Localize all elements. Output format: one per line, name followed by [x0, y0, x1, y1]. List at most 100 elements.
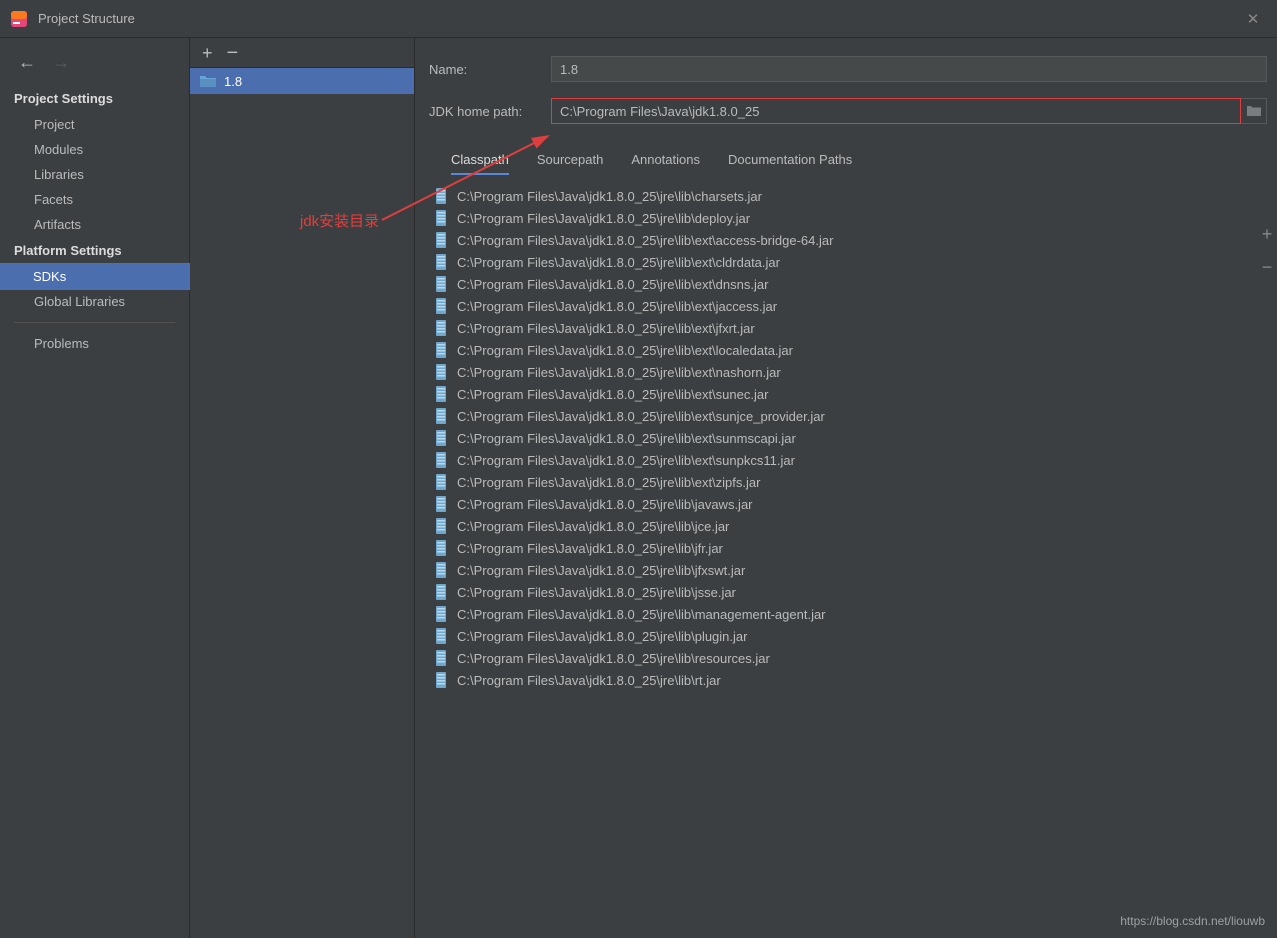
name-row: Name: [429, 56, 1267, 82]
tab-sourcepath[interactable]: Sourcepath [537, 152, 604, 175]
classpath-item[interactable]: C:\Program Files\Java\jdk1.8.0_25\jre\li… [429, 669, 1247, 691]
tab-classpath[interactable]: Classpath [451, 152, 509, 175]
nav-history: ← → [0, 44, 189, 85]
classpath-item[interactable]: C:\Program Files\Java\jdk1.8.0_25\jre\li… [429, 537, 1247, 559]
classpath-item[interactable]: C:\Program Files\Java\jdk1.8.0_25\jre\li… [429, 229, 1247, 251]
name-label: Name: [429, 62, 551, 77]
classpath-item[interactable]: C:\Program Files\Java\jdk1.8.0_25\jre\li… [429, 405, 1247, 427]
sidebar-item-sdks[interactable]: SDKs [0, 263, 190, 290]
classpath-item-path: C:\Program Files\Java\jdk1.8.0_25\jre\li… [457, 519, 729, 534]
jdk-home-label: JDK home path: [429, 104, 551, 119]
classpath-item[interactable]: C:\Program Files\Java\jdk1.8.0_25\jre\li… [429, 647, 1247, 669]
classpath-list[interactable]: C:\Program Files\Java\jdk1.8.0_25\jre\li… [429, 185, 1267, 691]
classpath-item-path: C:\Program Files\Java\jdk1.8.0_25\jre\li… [457, 189, 762, 204]
tab-annotations[interactable]: Annotations [631, 152, 700, 175]
sdk-item-label: 1.8 [224, 74, 242, 89]
close-button[interactable]: ✕ [1239, 10, 1267, 28]
sdk-folder-icon [200, 74, 216, 88]
forward-arrow-icon: → [52, 52, 70, 73]
classpath-item[interactable]: C:\Program Files\Java\jdk1.8.0_25\jre\li… [429, 361, 1247, 383]
watermark-text: https://blog.csdn.net/liouwb [1120, 914, 1265, 928]
sidebar-divider [14, 322, 175, 323]
jar-icon [435, 342, 449, 358]
classpath-item-path: C:\Program Files\Java\jdk1.8.0_25\jre\li… [457, 343, 793, 358]
classpath-item[interactable]: C:\Program Files\Java\jdk1.8.0_25\jre\li… [429, 471, 1247, 493]
jar-icon [435, 320, 449, 336]
classpath-item-path: C:\Program Files\Java\jdk1.8.0_25\jre\li… [457, 541, 723, 556]
jar-icon [435, 386, 449, 402]
tab-documentation-paths[interactable]: Documentation Paths [728, 152, 852, 175]
classpath-item[interactable]: C:\Program Files\Java\jdk1.8.0_25\jre\li… [429, 427, 1247, 449]
classpath-item[interactable]: C:\Program Files\Java\jdk1.8.0_25\jre\li… [429, 295, 1247, 317]
project-settings-heading: Project Settings [0, 85, 189, 112]
classpath-item-path: C:\Program Files\Java\jdk1.8.0_25\jre\li… [457, 409, 825, 424]
classpath-item-path: C:\Program Files\Java\jdk1.8.0_25\jre\li… [457, 453, 795, 468]
classpath-item[interactable]: C:\Program Files\Java\jdk1.8.0_25\jre\li… [429, 515, 1247, 537]
browse-folder-icon[interactable] [1241, 98, 1267, 124]
classpath-item[interactable]: C:\Program Files\Java\jdk1.8.0_25\jre\li… [429, 317, 1247, 339]
classpath-item-path: C:\Program Files\Java\jdk1.8.0_25\jre\li… [457, 387, 768, 402]
back-arrow-icon[interactable]: ← [18, 52, 36, 73]
sidebar-item-artifacts[interactable]: Artifacts [0, 212, 189, 237]
sdk-name-input[interactable] [551, 56, 1267, 82]
app-logo-icon [10, 10, 28, 28]
jar-icon [435, 496, 449, 512]
classpath-item-path: C:\Program Files\Java\jdk1.8.0_25\jre\li… [457, 629, 747, 644]
jar-icon [435, 298, 449, 314]
classpath-item-path: C:\Program Files\Java\jdk1.8.0_25\jre\li… [457, 277, 768, 292]
sdk-list-toolbar: + − [190, 38, 414, 68]
classpath-item[interactable]: C:\Program Files\Java\jdk1.8.0_25\jre\li… [429, 559, 1247, 581]
classpath-item[interactable]: C:\Program Files\Java\jdk1.8.0_25\jre\li… [429, 581, 1247, 603]
classpath-item-path: C:\Program Files\Java\jdk1.8.0_25\jre\li… [457, 475, 760, 490]
classpath-item-path: C:\Program Files\Java\jdk1.8.0_25\jre\li… [457, 211, 750, 226]
classpath-item[interactable]: C:\Program Files\Java\jdk1.8.0_25\jre\li… [429, 493, 1247, 515]
remove-classpath-button[interactable]: − [1259, 257, 1275, 278]
jar-icon [435, 276, 449, 292]
classpath-item[interactable]: C:\Program Files\Java\jdk1.8.0_25\jre\li… [429, 603, 1247, 625]
jar-icon [435, 562, 449, 578]
sidebar-item-facets[interactable]: Facets [0, 187, 189, 212]
sdk-list-item[interactable]: 1.8 [190, 68, 414, 94]
classpath-item-path: C:\Program Files\Java\jdk1.8.0_25\jre\li… [457, 365, 781, 380]
remove-sdk-button[interactable]: − [227, 43, 239, 63]
classpath-item-path: C:\Program Files\Java\jdk1.8.0_25\jre\li… [457, 299, 777, 314]
classpath-item-path: C:\Program Files\Java\jdk1.8.0_25\jre\li… [457, 673, 721, 688]
jdk-home-input[interactable] [551, 98, 1241, 124]
sidebar-item-problems[interactable]: Problems [0, 331, 189, 356]
sidebar-item-libraries[interactable]: Libraries [0, 162, 189, 187]
classpath-item-path: C:\Program Files\Java\jdk1.8.0_25\jre\li… [457, 431, 796, 446]
add-classpath-button[interactable]: + [1259, 224, 1275, 245]
jar-icon [435, 672, 449, 688]
jar-icon [435, 584, 449, 600]
classpath-item-path: C:\Program Files\Java\jdk1.8.0_25\jre\li… [457, 585, 736, 600]
jar-icon [435, 364, 449, 380]
sdk-tabs: Classpath Sourcepath Annotations Documentat… [429, 140, 1267, 179]
classpath-item-path: C:\Program Files\Java\jdk1.8.0_25\jre\li… [457, 563, 745, 578]
platform-settings-heading: Platform Settings [0, 237, 189, 264]
classpath-item[interactable]: C:\Program Files\Java\jdk1.8.0_25\jre\li… [429, 625, 1247, 647]
classpath-item[interactable]: C:\Program Files\Java\jdk1.8.0_25\jre\li… [429, 449, 1247, 471]
classpath-item[interactable]: C:\Program Files\Java\jdk1.8.0_25\jre\li… [429, 251, 1247, 273]
sidebar-item-modules[interactable]: Modules [0, 137, 189, 162]
classpath-item[interactable]: C:\Program Files\Java\jdk1.8.0_25\jre\li… [429, 273, 1247, 295]
classpath-item-path: C:\Program Files\Java\jdk1.8.0_25\jre\li… [457, 233, 833, 248]
jar-icon [435, 254, 449, 270]
classpath-item-path: C:\Program Files\Java\jdk1.8.0_25\jre\li… [457, 321, 755, 336]
sdk-list-panel: + − 1.8 [190, 38, 415, 938]
classpath-item[interactable]: C:\Program Files\Java\jdk1.8.0_25\jre\li… [429, 207, 1247, 229]
sidebar-item-project[interactable]: Project [0, 112, 189, 137]
titlebar: Project Structure ✕ [0, 0, 1277, 38]
jar-icon [435, 210, 449, 226]
classpath-item-path: C:\Program Files\Java\jdk1.8.0_25\jre\li… [457, 651, 770, 666]
jar-icon [435, 430, 449, 446]
classpath-item[interactable]: C:\Program Files\Java\jdk1.8.0_25\jre\li… [429, 185, 1247, 207]
jdk-home-row: JDK home path: [429, 98, 1267, 124]
classpath-item-path: C:\Program Files\Java\jdk1.8.0_25\jre\li… [457, 255, 780, 270]
classpath-item[interactable]: C:\Program Files\Java\jdk1.8.0_25\jre\li… [429, 383, 1247, 405]
jar-icon [435, 452, 449, 468]
jar-icon [435, 188, 449, 204]
jar-icon [435, 650, 449, 666]
add-sdk-button[interactable]: + [202, 44, 213, 62]
sidebar-item-global-libraries[interactable]: Global Libraries [0, 289, 189, 314]
classpath-item[interactable]: C:\Program Files\Java\jdk1.8.0_25\jre\li… [429, 339, 1247, 361]
